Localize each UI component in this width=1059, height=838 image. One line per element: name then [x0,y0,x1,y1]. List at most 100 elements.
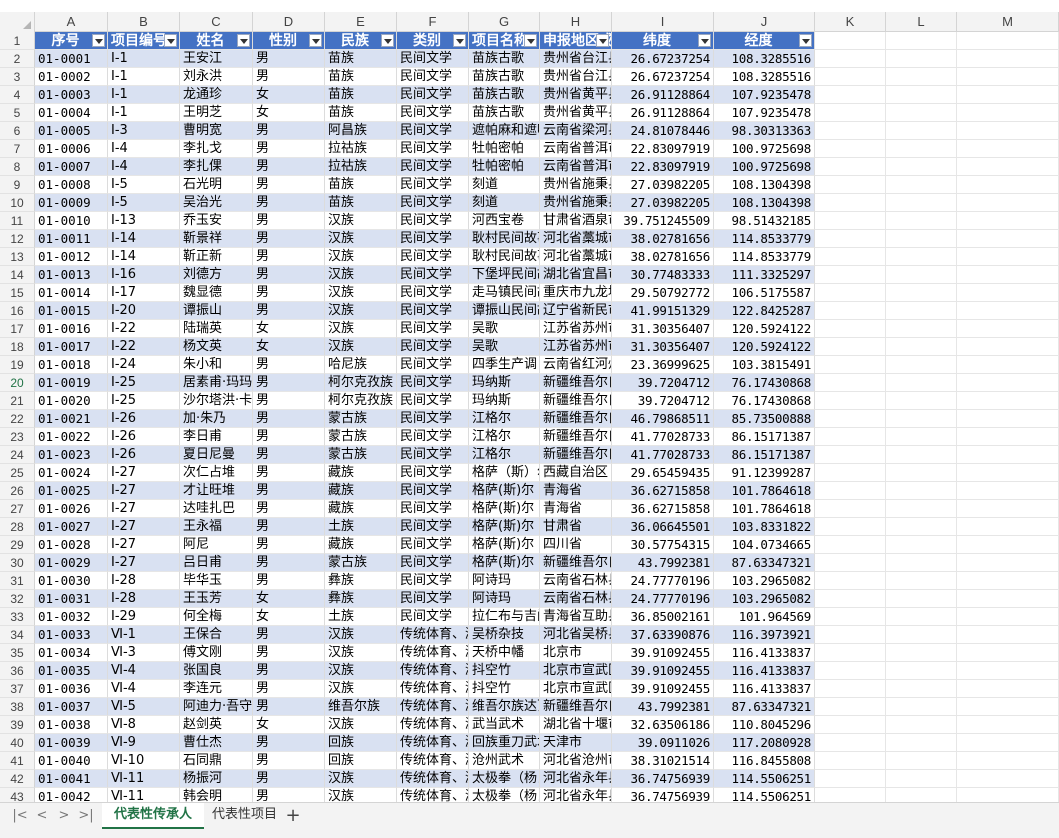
table-cell[interactable]: 男 [253,50,325,68]
table-cell[interactable]: 河北省吴桥县 [540,626,612,644]
row-number[interactable]: 3 [0,68,35,86]
empty-cell[interactable] [886,464,957,482]
filter-dropdown-icon[interactable] [524,34,537,47]
table-cell[interactable]: 26.91128864 [612,104,714,122]
table-cell[interactable]: 01-0004 [35,104,108,122]
empty-cell[interactable] [815,158,886,176]
table-cell[interactable]: 女 [253,716,325,734]
filter-dropdown-icon[interactable] [237,34,250,47]
row-number[interactable]: 20 [0,374,35,392]
table-cell[interactable]: 民间文学 [397,248,469,266]
table-cell[interactable]: 民间文学 [397,392,469,410]
empty-cell[interactable] [957,680,1059,698]
table-cell[interactable]: 100.9725698 [714,158,815,176]
table-cell[interactable]: 吴歌 [469,338,540,356]
table-cell[interactable]: 男 [253,770,325,788]
table-cell[interactable]: 贵州省台江县 [540,50,612,68]
table-cell[interactable]: Ⅰ-1 [108,104,180,122]
table-cell[interactable]: 116.3973921 [714,626,815,644]
empty-cell[interactable] [957,284,1059,302]
empty-cell[interactable] [886,266,957,284]
empty-cell[interactable] [815,608,886,626]
table-cell[interactable]: 22.83097919 [612,158,714,176]
row-number[interactable]: 35 [0,644,35,662]
table-cell[interactable]: 87.63347321 [714,698,815,716]
table-cell[interactable]: 刻道 [469,176,540,194]
table-cell[interactable]: 维吾尔族达瓦孜 [469,698,540,716]
table-cell[interactable]: 苗族古歌 [469,68,540,86]
table-cell[interactable]: 辽宁省新民市 [540,302,612,320]
next-sheet-icon[interactable]: > [56,808,72,824]
table-cell[interactable]: 贵州省黄平县 [540,86,612,104]
empty-cell[interactable] [957,302,1059,320]
row-number[interactable]: 15 [0,284,35,302]
table-cell[interactable]: 01-0038 [35,716,108,734]
row-number[interactable]: 5 [0,104,35,122]
table-cell[interactable]: 耿村民间故事 [469,248,540,266]
empty-cell[interactable] [886,482,957,500]
table-cell[interactable]: Ⅵ-4 [108,680,180,698]
table-cell[interactable]: 民间文学 [397,176,469,194]
table-cell[interactable]: 01-0042 [35,788,108,802]
table-cell[interactable]: 01-0036 [35,680,108,698]
filter-dropdown-icon[interactable] [799,34,812,47]
header-cell[interactable]: 申报地区或单位 [540,32,612,50]
table-cell[interactable]: 24.81078446 [612,122,714,140]
table-cell[interactable]: 43.7992381 [612,698,714,716]
column-header-b[interactable]: B [108,12,180,32]
empty-cell[interactable] [815,716,886,734]
table-cell[interactable]: Ⅰ-1 [108,50,180,68]
tab-representative-projects[interactable]: 代表性项目 [200,803,289,829]
table-cell[interactable]: 01-0010 [35,212,108,230]
empty-cell[interactable] [886,536,957,554]
table-cell[interactable]: 39.751245509 [612,212,714,230]
table-cell[interactable]: 01-0024 [35,464,108,482]
empty-cell[interactable] [815,248,886,266]
table-cell[interactable]: 藏族 [325,482,397,500]
empty-cell[interactable] [815,284,886,302]
table-cell[interactable]: 李扎戈 [180,140,253,158]
row-number[interactable]: 43 [0,788,35,802]
table-cell[interactable]: Ⅰ-20 [108,302,180,320]
last-sheet-icon[interactable]: >| [78,808,94,824]
empty-cell[interactable] [815,194,886,212]
header-cell[interactable]: 类别 [397,32,469,50]
row-number[interactable]: 37 [0,680,35,698]
empty-cell[interactable] [815,356,886,374]
table-cell[interactable]: 汉族 [325,626,397,644]
table-cell[interactable]: 杨振河 [180,770,253,788]
header-cell[interactable]: 民族 [325,32,397,50]
empty-cell[interactable] [957,320,1059,338]
row-number[interactable]: 24 [0,446,35,464]
row-number[interactable]: 42 [0,770,35,788]
table-cell[interactable]: Ⅰ-25 [108,374,180,392]
table-cell[interactable]: 回族 [325,734,397,752]
empty-cell[interactable] [957,446,1059,464]
empty-cell[interactable] [886,212,957,230]
table-cell[interactable]: 汉族 [325,644,397,662]
table-cell[interactable]: 青海省 [540,500,612,518]
table-cell[interactable]: 下堡坪民间故事 [469,266,540,284]
table-cell[interactable]: 01-0020 [35,392,108,410]
empty-cell[interactable] [815,572,886,590]
row-number[interactable]: 8 [0,158,35,176]
table-cell[interactable]: 26.91128864 [612,86,714,104]
table-cell[interactable]: 苗族 [325,104,397,122]
empty-cell[interactable] [815,392,886,410]
table-cell[interactable]: 太极拳（杨氏） [469,788,540,802]
header-cell[interactable]: 性别 [253,32,325,50]
table-cell[interactable]: 民间文学 [397,410,469,428]
table-cell[interactable]: 01-0006 [35,140,108,158]
table-cell[interactable]: 女 [253,608,325,626]
table-cell[interactable]: 抖空竹 [469,662,540,680]
table-cell[interactable]: 男 [253,536,325,554]
table-cell[interactable]: 民间文学 [397,518,469,536]
select-all-corner[interactable] [0,12,35,32]
table-cell[interactable]: Ⅰ-16 [108,266,180,284]
table-cell[interactable]: 藏族 [325,536,397,554]
row-number[interactable]: 38 [0,698,35,716]
table-cell[interactable]: 民间文学 [397,590,469,608]
table-cell[interactable]: Ⅰ-27 [108,554,180,572]
empty-cell[interactable] [886,374,957,392]
empty-cell[interactable] [957,428,1059,446]
